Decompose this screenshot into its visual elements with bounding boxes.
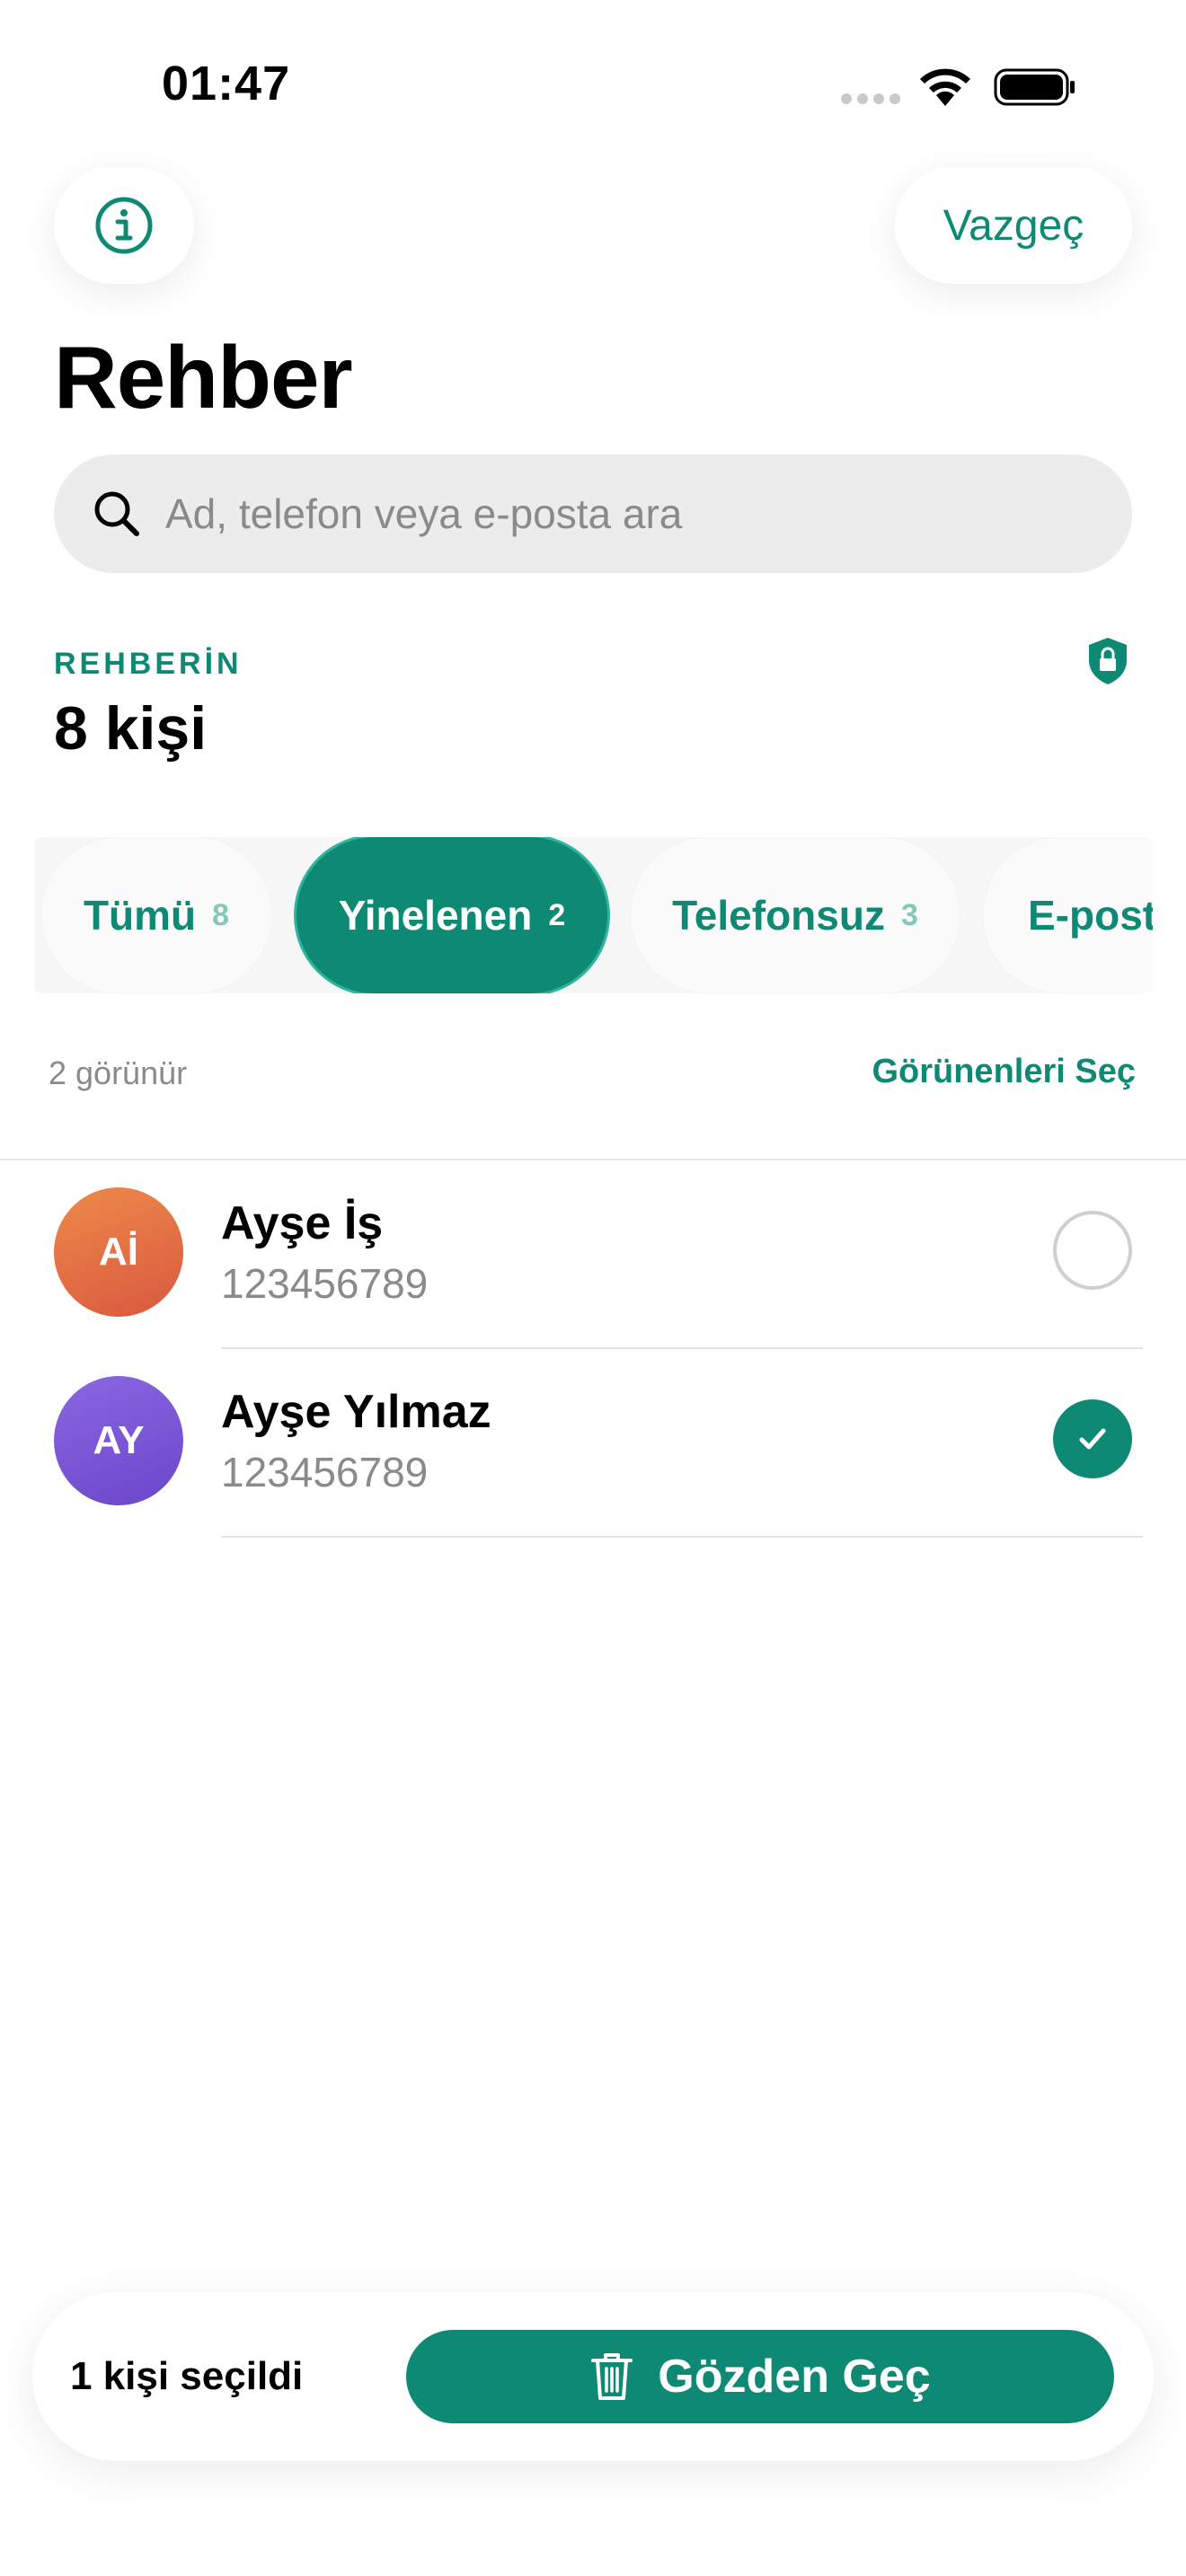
- row-divider: [221, 1536, 1143, 1538]
- trash-icon: [591, 2353, 633, 2400]
- review-button[interactable]: Gözden Geç: [406, 2330, 1114, 2423]
- cancel-button[interactable]: Vazgeç: [895, 167, 1132, 284]
- status-time: 01:47: [162, 57, 291, 110]
- contact-phone: 123456789: [221, 1260, 429, 1307]
- page-title: Rehber: [54, 328, 353, 427]
- battery-icon: [994, 68, 1075, 106]
- contact-count: 8 kişi: [54, 694, 208, 763]
- select-visible-button[interactable]: Görünenleri Seç: [872, 1053, 1136, 1091]
- review-label: Gözden Geç: [658, 2351, 931, 2403]
- selection-bar: 1 kişi seçildi Gözden Geç: [32, 2292, 1154, 2461]
- filter-chip-duplicates[interactable]: Yinelenen 2: [296, 837, 607, 993]
- cellular-signal-icon: [841, 93, 902, 106]
- filter-chip-all[interactable]: Tümü 8: [41, 837, 271, 993]
- contact-row[interactable]: AY Ayşe Yılmaz 123456789: [0, 1349, 1186, 1538]
- wifi-icon: [920, 68, 970, 106]
- select-checkbox[interactable]: [1053, 1399, 1132, 1478]
- info-button[interactable]: [54, 167, 194, 284]
- filter-chips: Tümü 8 Yinelenen 2 Telefonsuz 3 E-post: [34, 837, 1153, 993]
- search-placeholder: Ad, telefon veya e-posta ara: [165, 490, 683, 537]
- search-input[interactable]: Ad, telefon veya e-posta ara: [54, 454, 1132, 573]
- select-checkbox[interactable]: [1053, 1211, 1132, 1290]
- avatar: Aİ: [54, 1187, 183, 1317]
- contact-name: Ayşe Yılmaz: [221, 1386, 491, 1438]
- contact-phone: 123456789: [221, 1449, 429, 1495]
- privacy-shield-icon: [1089, 638, 1127, 684]
- section-label: REHBERİN: [54, 647, 243, 681]
- search-icon: [94, 491, 139, 536]
- visible-count: 2 görünür: [49, 1054, 188, 1091]
- avatar: AY: [54, 1376, 183, 1505]
- contact-row[interactable]: Aİ Ayşe İş 123456789: [0, 1160, 1186, 1349]
- filter-chip-no-phone[interactable]: Telefonsuz 3: [631, 837, 960, 993]
- selected-count: 1 kişi seçildi: [70, 2354, 304, 2398]
- checkmark-icon: [1079, 1428, 1106, 1450]
- info-icon: [95, 197, 153, 254]
- filter-chip-no-email[interactable]: E-post: [983, 837, 1153, 993]
- contact-name: Ayşe İş: [221, 1197, 384, 1249]
